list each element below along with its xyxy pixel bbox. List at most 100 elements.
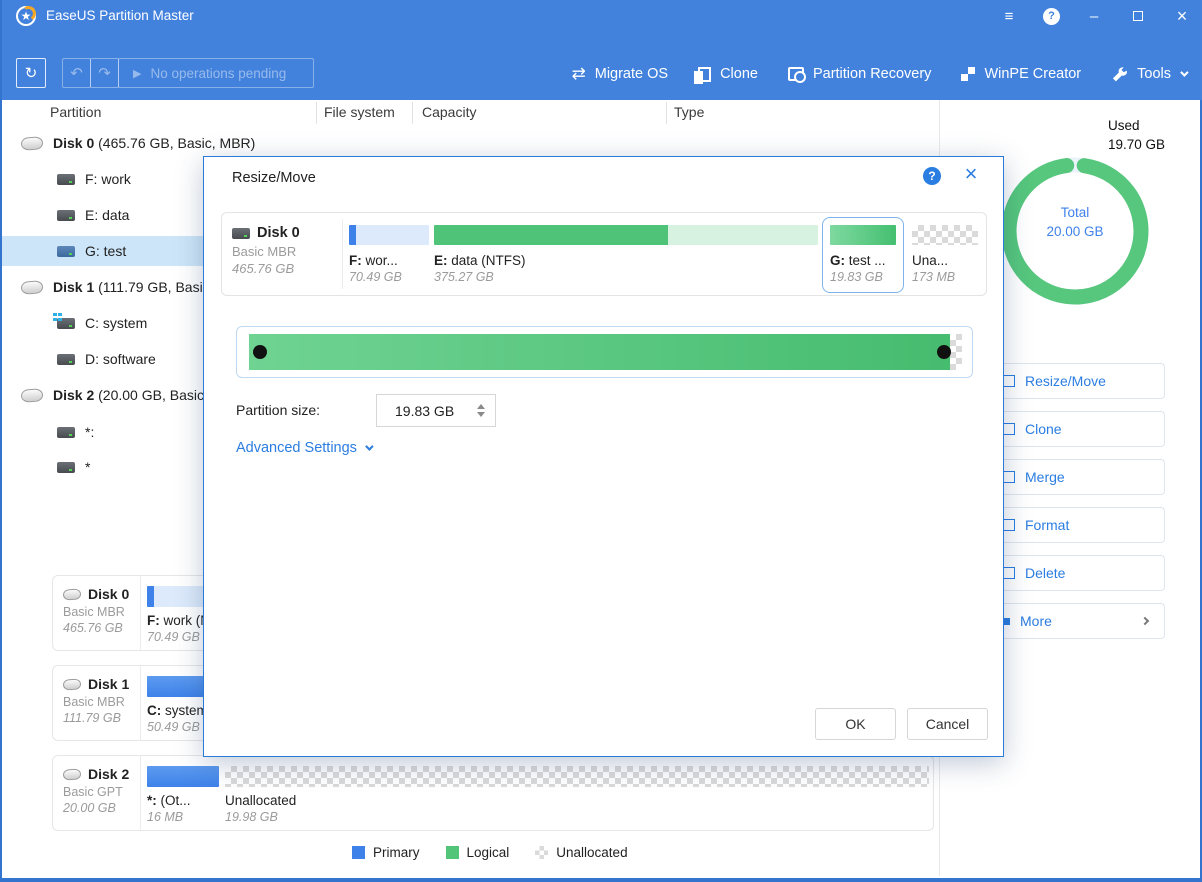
disk-icon — [63, 678, 82, 690]
format-button[interactable]: Format — [990, 507, 1165, 543]
partition-icon — [57, 354, 75, 365]
pending-operations-label: No operations pending — [150, 66, 286, 81]
legend: Primary Logical Unallocated — [352, 845, 628, 860]
winpe-creator-icon — [961, 67, 975, 81]
column-separator — [412, 102, 413, 124]
more-button[interactable]: More — [990, 603, 1165, 639]
disk-icon — [232, 228, 250, 239]
delete-button[interactable]: Delete — [990, 555, 1165, 591]
migrate-os-icon: ⇄ — [571, 64, 585, 84]
minimize-button[interactable]: – — [1084, 8, 1104, 25]
spinner-arrows-icon[interactable] — [477, 404, 485, 417]
help-icon[interactable]: ? — [1043, 8, 1060, 25]
run-icon: ▶ — [133, 67, 141, 80]
partition-bar — [830, 225, 896, 245]
more-icon — [1003, 618, 1010, 625]
dialog-close-icon[interactable]: × — [959, 161, 983, 187]
chevron-right-icon — [1141, 617, 1149, 625]
disk-icon — [21, 388, 44, 403]
undo-button[interactable]: ↶ — [62, 58, 91, 88]
resize-slider-free-space — [950, 334, 962, 370]
close-button[interactable]: × — [1172, 6, 1192, 27]
app-logo-icon — [16, 6, 36, 26]
column-separator — [666, 102, 667, 124]
partition-bar — [434, 225, 818, 245]
partition-icon — [57, 462, 75, 473]
clone-icon — [698, 67, 711, 82]
refresh-button[interactable]: ↻ — [16, 58, 46, 88]
window-chrome: EaseUS Partition Master ≡ ? – × ↻ ↶ ↷ ▶ … — [2, 0, 1202, 100]
resize-move-button[interactable]: Resize/Move — [990, 363, 1165, 399]
resize-slider-fill — [249, 334, 950, 370]
tools-wrench-icon — [1111, 66, 1128, 83]
clone-icon — [1003, 423, 1015, 435]
partition-size-label: Partition size: — [236, 402, 320, 418]
resize-move-dialog: Resize/Move ? × Disk 0 Basic MBR 465.76 … — [203, 156, 1004, 757]
partition-icon — [57, 174, 75, 185]
window-bottom-border — [2, 878, 1202, 882]
map-segment-g-selected[interactable]: G: test ... 19.83 GB — [822, 217, 904, 293]
delete-icon — [1003, 567, 1015, 579]
maximize-button[interactable] — [1128, 8, 1148, 25]
toolbar-actions: ⇄ Migrate OS Clone Partition Recovery Wi… — [571, 58, 1186, 90]
usage-total-label: Total — [990, 205, 1160, 220]
partition-recovery-button[interactable]: Partition Recovery — [788, 66, 931, 82]
disk-icon — [21, 280, 44, 295]
column-separator — [316, 102, 317, 124]
operation-list-icon[interactable]: ≡ — [999, 8, 1019, 25]
unallocated-bar — [225, 766, 929, 787]
disk-card-2[interactable]: Disk 2 Basic GPT 20.00 GB *: (Ot... 16 M… — [52, 755, 934, 831]
advanced-settings-link[interactable]: Advanced Settings — [236, 440, 371, 456]
disk-icon — [63, 588, 82, 600]
unallocated-legend-swatch — [535, 846, 548, 859]
resize-slider[interactable] — [236, 326, 973, 378]
partition-bar — [349, 225, 429, 245]
logical-legend-swatch — [446, 846, 459, 859]
app-title: EaseUS Partition Master — [46, 8, 194, 23]
clone-partition-button[interactable]: Clone — [990, 411, 1165, 447]
winpe-creator-button[interactable]: WinPE Creator — [961, 66, 1081, 82]
map-segment-f[interactable]: F: wor... 70.49 GB — [349, 225, 429, 284]
app-window: EaseUS Partition Master ≡ ? – × ↻ ↶ ↷ ▶ … — [0, 0, 1202, 882]
windows-flag-icon — [53, 313, 57, 317]
usage-total-value: 20.00 GB — [990, 224, 1160, 239]
unallocated-bar — [912, 225, 978, 245]
primary-legend-swatch — [352, 846, 365, 859]
partition-icon — [57, 210, 75, 221]
partition-size-input[interactable]: 19.83 GB — [376, 394, 496, 427]
column-header-partition[interactable]: Partition — [50, 104, 101, 120]
disk-icon — [21, 136, 44, 151]
partition-recovery-icon — [788, 67, 804, 81]
slider-right-handle[interactable] — [937, 345, 951, 359]
partition-bar — [147, 766, 219, 787]
clone-button[interactable]: Clone — [698, 66, 758, 82]
tree-row-disk0[interactable]: Disk 0 (465.76 GB, Basic, MBR) — [2, 128, 937, 158]
partition-block-star[interactable]: *: (Ot... 16 MB — [141, 756, 219, 830]
dialog-help-icon[interactable]: ? — [923, 167, 941, 185]
resize-move-icon — [1003, 375, 1015, 387]
usage-used-label: Used 19.70 GB — [1108, 116, 1165, 154]
divider — [342, 219, 343, 289]
dialog-title: Resize/Move — [232, 170, 316, 186]
map-segment-unallocated[interactable]: Una... 173 MB — [912, 225, 978, 284]
format-icon — [1003, 519, 1015, 531]
partition-icon — [57, 246, 75, 257]
redo-button[interactable]: ↷ — [90, 58, 119, 88]
disk-icon — [63, 768, 82, 780]
system-partition-icon — [57, 318, 75, 329]
column-header-file-system[interactable]: File system — [324, 104, 395, 120]
merge-button[interactable]: Merge — [990, 459, 1165, 495]
pending-operations-button[interactable]: ▶ No operations pending — [118, 58, 314, 88]
unallocated-block[interactable]: Unallocated 19.98 GB — [219, 756, 933, 830]
slider-left-handle[interactable] — [253, 345, 267, 359]
tools-button[interactable]: Tools — [1111, 66, 1186, 83]
column-header-type[interactable]: Type — [674, 104, 704, 120]
merge-icon — [1003, 471, 1015, 483]
chevron-down-icon — [365, 442, 373, 450]
map-segment-e[interactable]: E: data (NTFS) 375.27 GB — [434, 225, 818, 284]
column-header-capacity[interactable]: Capacity — [422, 104, 476, 120]
ok-button[interactable]: OK — [815, 708, 896, 740]
migrate-os-button[interactable]: ⇄ Migrate OS — [571, 64, 668, 84]
titlebar: EaseUS Partition Master ≡ ? – × — [2, 0, 1202, 32]
cancel-button[interactable]: Cancel — [907, 708, 988, 740]
